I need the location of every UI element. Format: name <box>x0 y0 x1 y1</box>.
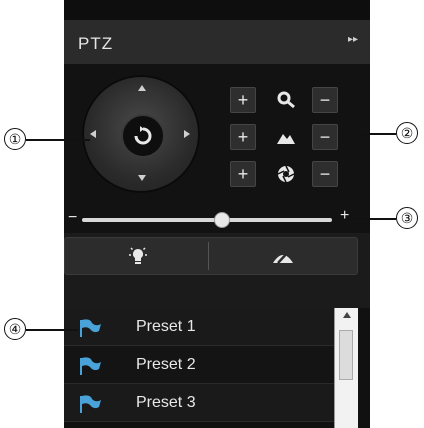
ptz-panel: PTZ ▸▸ + − + − + − − + Preset 1 Preset 2… <box>64 0 370 428</box>
direction-joystick[interactable] <box>82 75 200 193</box>
zoom-magnifier-icon <box>277 91 295 109</box>
aux-button-row <box>64 237 358 275</box>
preset-scrollbar[interactable] <box>334 308 358 428</box>
section-gap <box>64 276 370 308</box>
wiper-button[interactable] <box>209 238 359 274</box>
collapse-icon[interactable]: ▸▸ <box>348 34 358 45</box>
flag-icon <box>80 319 101 337</box>
slider-track[interactable] <box>82 218 332 222</box>
panel-title: PTZ <box>78 34 114 53</box>
pan-up-arrow-icon[interactable] <box>138 85 146 91</box>
auto-rotate-icon <box>134 126 152 145</box>
auto-scan-button[interactable] <box>121 114 165 158</box>
slider-thumb[interactable] <box>214 212 230 228</box>
list-item[interactable]: Preset 3 <box>64 384 334 422</box>
list-item[interactable]: Preset 2 <box>64 346 334 384</box>
focus-far-button[interactable]: − <box>312 124 338 150</box>
callout-2-bracket <box>346 72 360 200</box>
callout-4: ④ <box>4 318 26 340</box>
flag-icon <box>80 357 101 375</box>
zoom-in-button[interactable]: + <box>230 87 256 113</box>
light-bulb-icon <box>129 247 147 264</box>
preset-list: Preset 1 Preset 2 Preset 3 <box>64 308 370 428</box>
callout-1-line <box>26 139 90 141</box>
focus-near-button[interactable]: + <box>230 124 256 150</box>
scroll-up-icon[interactable] <box>343 312 351 318</box>
preset-label: Preset 1 <box>136 318 196 335</box>
callout-1: ① <box>4 128 26 150</box>
pan-left-arrow-icon[interactable] <box>90 130 96 138</box>
wiper-icon <box>273 250 293 264</box>
callout-4-line <box>26 329 78 331</box>
top-bar <box>64 0 370 20</box>
pan-down-arrow-icon[interactable] <box>138 175 146 181</box>
light-button[interactable] <box>65 238 208 274</box>
iris-icon <box>277 165 295 183</box>
callout-3: ③ <box>396 207 418 229</box>
zoom-out-button[interactable]: − <box>312 87 338 113</box>
list-item[interactable]: Preset 1 <box>64 308 334 346</box>
speed-increase-button[interactable]: + <box>340 207 349 225</box>
iris-open-button[interactable]: + <box>230 161 256 187</box>
focus-mountain-icon <box>277 134 295 144</box>
speed-decrease-button[interactable]: − <box>68 209 77 227</box>
flag-icon <box>80 395 101 413</box>
preset-label: Preset 3 <box>136 394 196 411</box>
ptz-header: PTZ ▸▸ <box>64 20 370 65</box>
scroll-thumb[interactable] <box>339 330 353 380</box>
ptz-controls: + − + − + − <box>64 65 370 205</box>
speed-slider[interactable]: − + <box>64 205 370 233</box>
callout-2-line <box>360 133 396 135</box>
preset-label: Preset 2 <box>136 356 196 373</box>
pan-right-arrow-icon[interactable] <box>184 130 190 138</box>
callout-2: ② <box>396 122 418 144</box>
callout-3-line <box>350 218 396 220</box>
iris-close-button[interactable]: − <box>312 161 338 187</box>
